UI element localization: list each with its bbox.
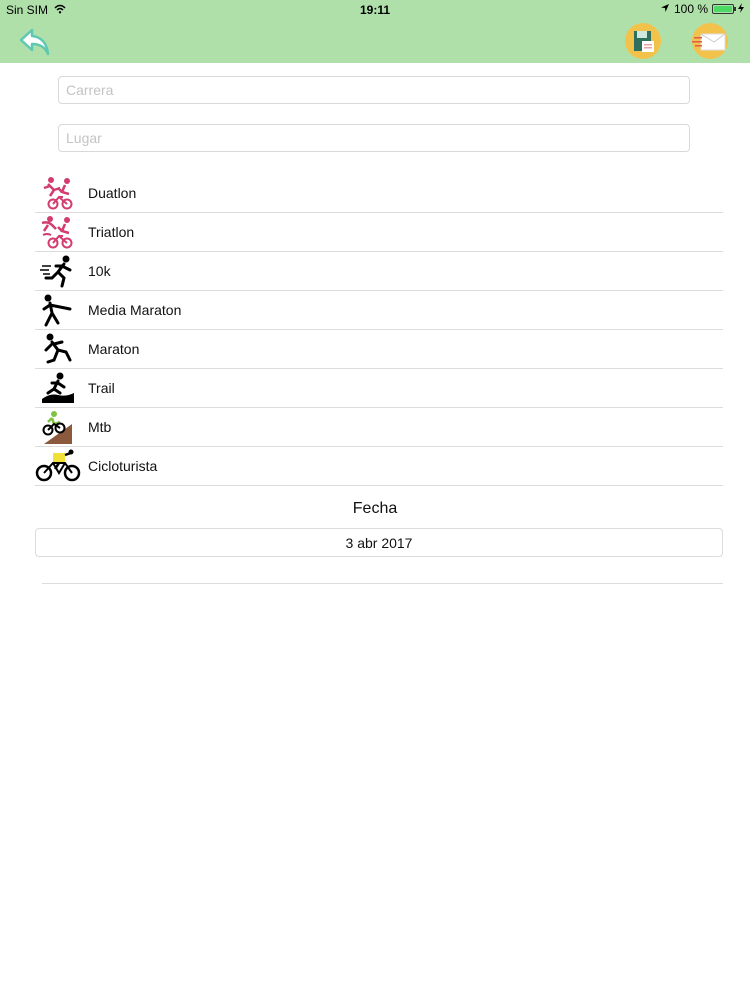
race-type-label: Triatlon: [88, 224, 135, 240]
navigation-bar: Sin SIM 19:11 100 %: [0, 0, 750, 63]
send-button[interactable]: [692, 23, 728, 59]
charging-icon: [738, 2, 744, 16]
divider: [42, 583, 723, 584]
date-picker-button[interactable]: 3 abr 2017: [35, 528, 723, 557]
clock: 19:11: [359, 3, 391, 17]
race-type-trail[interactable]: Trail: [35, 369, 723, 408]
marathon-runner-icon: [35, 331, 81, 367]
race-type-maraton[interactable]: Maraton: [35, 330, 723, 369]
save-button[interactable]: [625, 23, 661, 59]
duathlon-icon: [35, 175, 81, 211]
status-bar: Sin SIM 19:11 100 %: [0, 0, 750, 20]
road-bike-icon: [35, 448, 81, 484]
race-type-label: Trail: [88, 380, 115, 396]
battery-icon: [712, 4, 736, 14]
race-type-duatlon[interactable]: Duatlon: [35, 174, 723, 213]
race-type-label: Duatlon: [88, 185, 137, 201]
race-type-label: Maraton: [88, 341, 140, 357]
save-document-icon: [634, 31, 654, 52]
race-type-list: Duatlon Triatlon 10k Media Maraton Marat…: [35, 174, 723, 486]
carrera-input[interactable]: [58, 76, 690, 104]
race-type-mtb[interactable]: Mtb: [35, 408, 723, 447]
battery-percent: 100 %: [673, 2, 708, 16]
race-type-label: Media Maraton: [88, 302, 182, 318]
date-value: 3 abr 2017: [345, 534, 413, 551]
race-type-media-maraton[interactable]: Media Maraton: [35, 291, 723, 330]
race-type-label: 10k: [88, 263, 111, 279]
race-type-label: Mtb: [88, 419, 112, 435]
status-right: 100 %: [660, 2, 744, 16]
half-marathon-runner-icon: [35, 292, 81, 328]
send-envelope-icon: [692, 33, 726, 51]
race-type-cicloturista[interactable]: Cicloturista: [35, 447, 723, 486]
lugar-input[interactable]: [58, 124, 690, 152]
fecha-label: Fecha: [352, 500, 398, 517]
race-type-10k[interactable]: 10k: [35, 252, 723, 291]
trail-runner-icon: [35, 370, 81, 406]
back-button[interactable]: [18, 26, 52, 58]
triathlon-icon: [35, 214, 81, 250]
back-arrow-icon: [19, 28, 50, 56]
race-type-label: Cicloturista: [88, 458, 158, 474]
location-icon: [660, 2, 670, 16]
runner-icon: [35, 253, 81, 289]
race-type-triatlon[interactable]: Triatlon: [35, 213, 723, 252]
mountain-bike-icon: [35, 409, 81, 445]
